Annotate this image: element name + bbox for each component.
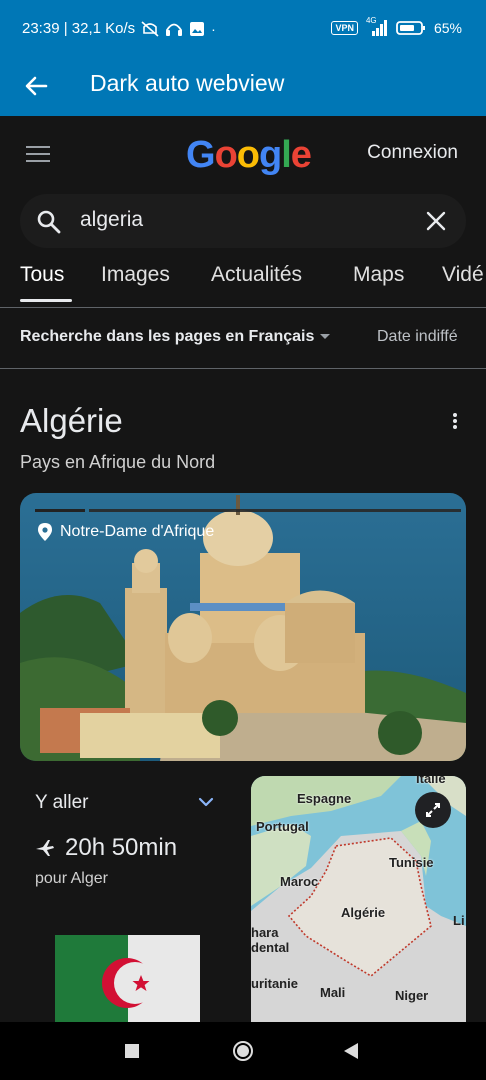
hamburger-menu-icon[interactable] bbox=[26, 146, 50, 162]
status-time: 23:39 | 32,1 Ko/s bbox=[22, 20, 136, 37]
map-label-mali: Mali bbox=[320, 985, 346, 1000]
map-label-niger: Niger bbox=[395, 988, 429, 1003]
status-right: VPN 4G 65% bbox=[331, 16, 462, 36]
vpn-badge: VPN bbox=[331, 21, 358, 35]
search-box[interactable]: algeria bbox=[20, 194, 466, 248]
back-triangle-button[interactable] bbox=[343, 1042, 359, 1060]
map-label-italie: Italie bbox=[416, 776, 446, 786]
active-tab-indicator bbox=[20, 299, 72, 302]
location-pin-icon bbox=[38, 523, 52, 541]
map-label-portugal: Portugal bbox=[256, 819, 309, 834]
flight-duration: 20h 50min bbox=[35, 834, 177, 862]
system-nav-bar bbox=[0, 1022, 486, 1080]
recents-button[interactable] bbox=[125, 1044, 139, 1058]
flight-duration-text: 20h 50min bbox=[65, 834, 178, 861]
map-label-tunisie: Tunisie bbox=[389, 855, 434, 870]
knowledge-panel-title: Algérie bbox=[20, 402, 123, 439]
expand-icon bbox=[426, 803, 440, 817]
back-arrow-icon[interactable] bbox=[22, 72, 50, 100]
tab-all[interactable]: Tous bbox=[20, 263, 64, 287]
webview: Google Connexion algeria Tous Images Act… bbox=[0, 116, 486, 1022]
carousel-progress bbox=[35, 509, 85, 512]
photo-carousel[interactable]: Notre-Dame d'Afrique bbox=[20, 493, 466, 761]
airplane-icon bbox=[36, 840, 54, 856]
map-label-algerie: Algérie bbox=[341, 905, 386, 920]
status-left: 23:39 | 32,1 Ko/s · bbox=[22, 20, 216, 37]
tab-images[interactable]: Images bbox=[101, 263, 170, 287]
knowledge-panel-subtitle: Pays en Afrique du Nord bbox=[20, 452, 216, 472]
map-label-mauritanie: uritanie bbox=[251, 976, 298, 991]
sign-in-link[interactable]: Connexion bbox=[367, 142, 458, 164]
map-label-maroc: Maroc bbox=[280, 874, 319, 889]
battery-percent: 65% bbox=[433, 20, 462, 36]
battery-icon bbox=[396, 21, 425, 35]
home-button[interactable] bbox=[232, 1040, 254, 1062]
app-title: Dark auto webview bbox=[90, 70, 285, 96]
signal-icon: 4G bbox=[366, 16, 388, 36]
divider bbox=[0, 368, 486, 369]
carousel-progress-track bbox=[89, 509, 461, 512]
chevron-down-icon[interactable] bbox=[198, 796, 214, 808]
tab-videos[interactable]: Vidé bbox=[442, 263, 486, 287]
filter-bar: Recherche dans les pages en Français Dat… bbox=[0, 322, 486, 362]
date-filter[interactable]: Date indiffé bbox=[377, 328, 486, 346]
language-filter[interactable]: Recherche dans les pages en Français bbox=[20, 328, 331, 346]
search-tabs: Tous Images Actualités Maps Vidé bbox=[0, 261, 486, 307]
divider bbox=[0, 307, 486, 308]
expand-button[interactable] bbox=[415, 792, 451, 828]
dropdown-caret-icon bbox=[320, 334, 331, 340]
clear-icon[interactable] bbox=[424, 209, 448, 233]
status-bar: 23:39 | 32,1 Ko/s · VPN 4G 65% bbox=[0, 0, 486, 60]
more-options-icon[interactable] bbox=[452, 412, 458, 430]
headphones-icon bbox=[166, 23, 183, 36]
dot-icon: · bbox=[211, 20, 216, 37]
search-input[interactable]: algeria bbox=[80, 208, 143, 232]
algeria-flag[interactable] bbox=[55, 935, 200, 1022]
search-icon bbox=[37, 210, 61, 234]
app-bar: Dark auto webview bbox=[0, 60, 486, 116]
map-label-libya: Li bbox=[453, 913, 465, 928]
google-logo[interactable]: Google bbox=[186, 134, 312, 177]
language-filter-label: Recherche dans les pages en Français bbox=[20, 328, 315, 345]
map-label-espagne: Espagne bbox=[297, 791, 352, 806]
gallery-icon bbox=[190, 21, 205, 36]
photo-location-label: Notre-Dame d'Afrique bbox=[38, 523, 214, 541]
map-label-sahara: hara bbox=[251, 925, 279, 940]
map-label-sahara-2: dental bbox=[251, 940, 290, 955]
tab-maps[interactable]: Maps bbox=[353, 263, 404, 287]
mute-icon bbox=[141, 20, 159, 37]
map-preview[interactable]: Italie Espagne Portugal Tunisie Maroc Al… bbox=[251, 776, 466, 1022]
travel-destination: pour Alger bbox=[35, 870, 108, 887]
tab-news[interactable]: Actualités bbox=[211, 263, 302, 287]
travel-title[interactable]: Y aller bbox=[35, 792, 89, 814]
photo-location-text: Notre-Dame d'Afrique bbox=[60, 523, 215, 540]
